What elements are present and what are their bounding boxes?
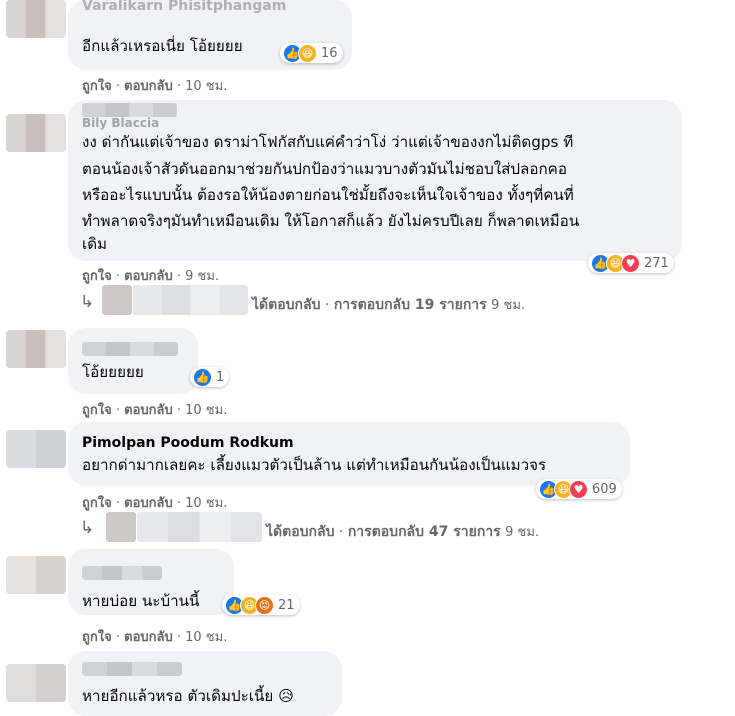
commenter-name-blurred[interactable] [82, 342, 178, 356]
comment-text-line: ตอนน้องเจ้าสัวดันออกมาช่วยกันปกป้องว่าแม… [82, 160, 567, 178]
comment-actions: ถูกใจ · ตอบกลับ · 10 ชม. [82, 79, 228, 94]
timestamp[interactable]: 10 ชม. [185, 79, 227, 94]
reply-link[interactable]: ตอบกลับ [124, 630, 173, 645]
timestamp[interactable]: 9 ชม. [185, 269, 219, 284]
comment-text-line: ทำพลาดจริงๆมันทำเหมือนเดิม ให้โอกาสก็แล้… [82, 212, 580, 230]
replier-avatar[interactable] [106, 512, 136, 542]
love-icon: ♥ [569, 479, 588, 499]
timestamp[interactable]: 10 ชม. [185, 403, 227, 418]
comment-text-line: งง ด่ากันแต่เจ้าของ ดราม่าโฟกัสกับแค่คำว… [82, 133, 574, 151]
avatar[interactable] [6, 114, 66, 152]
comment-text-line: หรืออะไรแบบนั้น ต้องรอให้น้องตายก่อนใช่ม… [82, 186, 574, 204]
avatar[interactable] [6, 556, 66, 594]
avatar[interactable] [6, 0, 66, 38]
commenter-name-blurred[interactable] [82, 662, 182, 676]
commenter-name-blurred[interactable] [82, 566, 162, 580]
replier-name-blurred[interactable] [137, 512, 262, 542]
replier-name-blurred[interactable] [133, 285, 248, 315]
comment-text-line: เดิม [82, 235, 108, 253]
comment-actions: ถูกใจ · ตอบกลับ · 10 ชม. [82, 403, 228, 418]
reply-link[interactable]: ตอบกลับ [124, 269, 173, 284]
commenter-name[interactable]: Varalikarn Phisitphangam [82, 0, 286, 14]
commenter-name[interactable]: Bily Blaccia [82, 116, 159, 130]
commenter-name-blurred[interactable] [82, 103, 177, 117]
comment-text: หายบ่อย นะบ้านนี้ [82, 592, 200, 610]
reply-link[interactable]: ตอบกลับ [124, 496, 173, 511]
angry-icon: 😡 [255, 595, 274, 615]
reaction-summary[interactable]: 👍 1 [190, 367, 230, 387]
reaction-count: 21 [278, 597, 295, 613]
comment-text: หายอีกแล้วหรอ ตัวเดิมปะเนี้ย 😥 [82, 687, 294, 705]
reply-link[interactable]: ตอบกลับ [124, 79, 173, 94]
reply-arrow-icon: ↳ [80, 518, 95, 538]
avatar[interactable] [6, 664, 66, 702]
comment-actions: ถูกใจ · ตอบกลับ · 10 ชม. [82, 496, 228, 511]
comment-text: อยากด่ามากเลยคะ เลี้ยงแมวตัวเป็นล้าน แต่… [82, 456, 547, 474]
like-icon: 👍 [193, 367, 212, 387]
reaction-summary[interactable]: 👍 😆 ♥ 271 [588, 253, 674, 273]
reaction-count: 1 [216, 369, 225, 385]
timestamp[interactable]: 10 ชม. [185, 496, 227, 511]
timestamp[interactable]: 10 ชม. [185, 630, 227, 645]
replier-avatar[interactable] [102, 285, 132, 315]
reply-link[interactable]: ตอบกลับ [124, 403, 173, 418]
comment-actions: ถูกใจ · ตอบกลับ · 9 ชม. [82, 269, 220, 284]
haha-icon: 😆 [298, 43, 317, 63]
like-link[interactable]: ถูกใจ [82, 79, 112, 94]
comment-text: โอ้ยยยยย [82, 363, 144, 381]
commenter-name[interactable]: Pimolpan Poodum Rodkum [82, 435, 294, 451]
view-replies-link[interactable]: ได้ตอบกลับ · การตอบกลับ 19 รายการ 9 ชม. [252, 294, 525, 316]
love-icon: ♥ [621, 253, 640, 273]
like-link[interactable]: ถูกใจ [82, 496, 112, 511]
reply-arrow-icon: ↳ [80, 292, 95, 312]
reaction-summary[interactable]: 👍 😆 ♥ 609 [536, 479, 622, 499]
reaction-count: 271 [644, 255, 669, 271]
like-link[interactable]: ถูกใจ [82, 269, 112, 284]
comment-actions: ถูกใจ · ตอบกลับ · 10 ชม. [82, 630, 228, 645]
reaction-summary[interactable]: 👍 😆 16 [280, 43, 343, 63]
reaction-count: 609 [592, 481, 617, 497]
view-replies-link[interactable]: ได้ตอบกลับ · การตอบกลับ 47 รายการ 9 ชม. [266, 521, 539, 543]
reaction-summary[interactable]: 👍 😆 😡 21 [222, 595, 300, 615]
like-link[interactable]: ถูกใจ [82, 630, 112, 645]
avatar[interactable] [6, 430, 66, 468]
reaction-count: 16 [321, 45, 338, 61]
avatar[interactable] [6, 330, 66, 368]
like-link[interactable]: ถูกใจ [82, 403, 112, 418]
comment-text: อีกแล้วเหรอเนี่ย โอ้ยยยย [82, 37, 243, 55]
